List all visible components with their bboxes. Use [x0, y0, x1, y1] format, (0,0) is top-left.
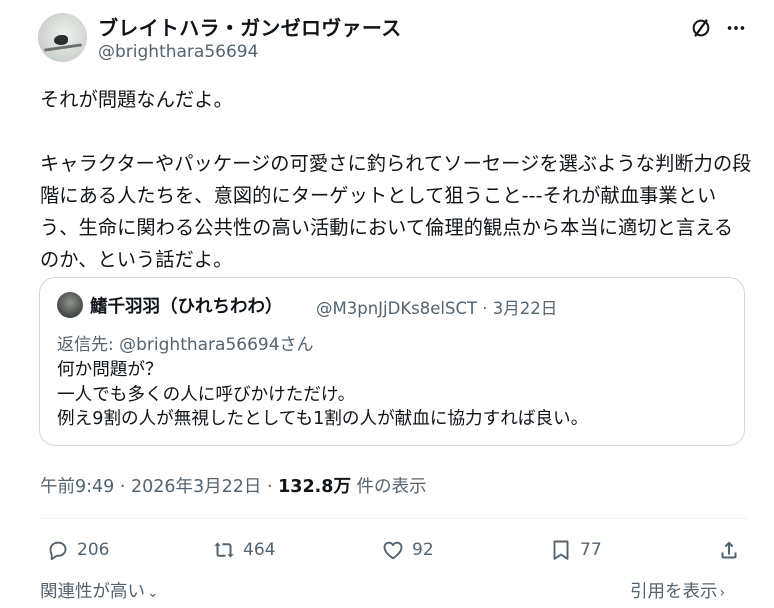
post-time-date[interactable]: 午前9:49 · 2026年3月22日 · — [40, 477, 278, 497]
quoted-author-avatar — [57, 292, 83, 318]
repost-count: 464 — [243, 540, 276, 560]
post-text: それが問題なんだよ。 キャラクターやパッケージの可愛さに釣られてソーセージを選ぶ… — [40, 88, 752, 271]
views-count: 132.8万 — [278, 477, 351, 497]
repost-icon — [214, 542, 234, 558]
quoted-post-text: 何か問題が？ 一人でも多くの人に呼びかけただけ。 例え9割の人が無視したとしても… — [57, 360, 589, 429]
bookmark-count: 77 — [580, 540, 602, 560]
grok-icon[interactable] — [690, 17, 712, 39]
bookmark-icon — [553, 540, 569, 560]
avatar-bird-shape — [54, 35, 68, 45]
chevron-down-icon: ⌄ — [147, 585, 159, 601]
heart-icon — [383, 541, 403, 560]
more-icon[interactable] — [724, 17, 748, 39]
reply-sort-label: 関連性が高い — [40, 582, 145, 602]
share-button[interactable] — [717, 537, 748, 563]
divider — [39, 518, 747, 519]
quoted-post-meta: @M3pnJjDKs8elSCT · 3月22日 — [316, 299, 558, 318]
views-label: 件の表示 — [350, 477, 427, 497]
chevron-right-icon: › — [719, 585, 726, 601]
author-display-name[interactable]: ブレイトハラ・ガンゼロヴァース — [98, 12, 402, 41]
reply-sort-dropdown[interactable]: 関連性が高い ⌄ — [40, 578, 159, 603]
quoted-author-name: 鰭千羽羽（ひれちわわ） — [90, 297, 283, 317]
repost-button[interactable]: 464 — [212, 537, 275, 563]
view-quotes-link[interactable]: 引用を表示 › — [630, 578, 725, 603]
reply-button[interactable]: 206 — [46, 537, 109, 563]
quoted-reply-to: 返信先: @brighthara56694さん — [57, 335, 314, 355]
like-count: 92 — [412, 540, 434, 560]
bookmark-button[interactable]: 77 — [549, 537, 602, 563]
share-icon — [721, 541, 737, 559]
author-avatar[interactable] — [38, 13, 87, 62]
author-handle[interactable]: @brighthara56694 — [98, 42, 258, 62]
like-button[interactable]: 92 — [381, 537, 434, 563]
reply-count: 206 — [77, 540, 110, 560]
reply-icon — [49, 541, 67, 561]
post-timestamp-row: 午前9:49 · 2026年3月22日 · 132.8万 件の表示 — [40, 473, 427, 498]
view-quotes-label: 引用を表示 — [630, 582, 718, 602]
